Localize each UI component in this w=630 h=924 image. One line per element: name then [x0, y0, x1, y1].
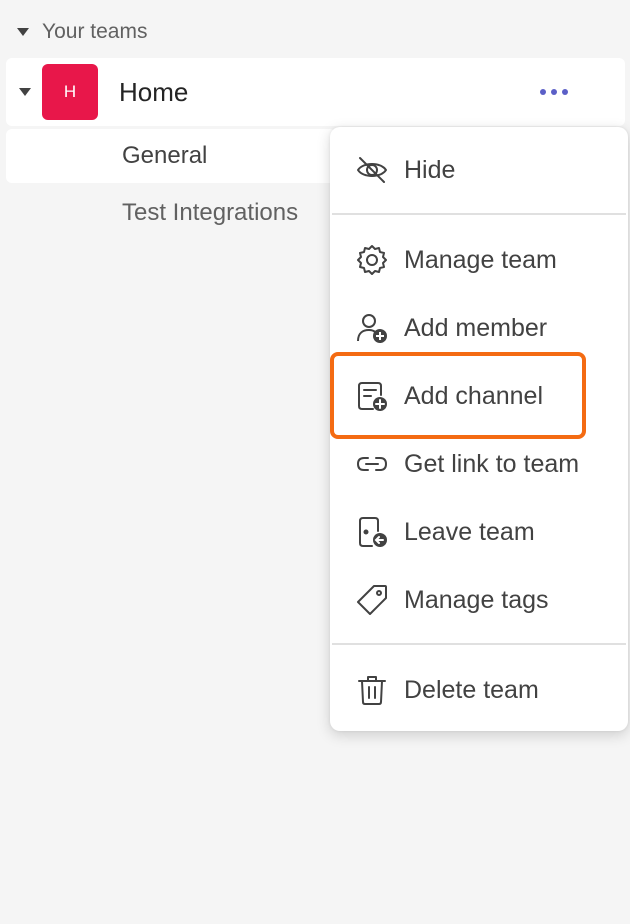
gear-icon — [354, 242, 390, 278]
section-title: Your teams — [42, 20, 148, 43]
menu-item-label: Leave team — [404, 517, 535, 546]
menu-item-get-link[interactable]: Get link to team — [330, 434, 628, 494]
channel-test-integrations[interactable]: Test Integrations — [6, 186, 336, 240]
menu-item-label: Manage tags — [404, 585, 549, 614]
channel-name: General — [122, 142, 208, 169]
team-name: Home — [119, 77, 189, 107]
menu-item-label: Hide — [404, 155, 456, 184]
menu-item-label: Manage team — [404, 245, 557, 274]
menu-item-label: Add channel — [404, 381, 544, 410]
menu-item-manage-tags[interactable]: Manage tags — [330, 570, 628, 630]
menu-item-hide[interactable]: Hide — [330, 140, 628, 200]
more-options-button[interactable] — [534, 80, 574, 104]
leave-icon — [354, 514, 390, 550]
menu-divider — [332, 643, 626, 645]
trash-icon — [354, 672, 390, 708]
menu-item-add-channel[interactable]: Add channel — [330, 366, 628, 426]
teams-sidebar: Your teams H Home General Test Integrati… — [0, 0, 630, 924]
add-person-icon — [354, 310, 390, 346]
team-row-home[interactable]: H Home — [6, 58, 625, 126]
hide-icon — [354, 152, 390, 188]
caret-down-icon[interactable] — [16, 83, 34, 101]
caret-down-icon — [14, 23, 32, 41]
your-teams-header[interactable]: Your teams — [14, 16, 147, 48]
menu-item-delete-team[interactable]: Delete team — [330, 660, 628, 720]
menu-divider — [332, 213, 626, 215]
team-context-menu: Hide Manage team Add member Add channel … — [330, 127, 628, 731]
link-icon — [354, 446, 390, 482]
menu-item-leave-team[interactable]: Leave team — [330, 502, 628, 562]
add-channel-icon — [354, 378, 390, 414]
channel-general[interactable]: General — [6, 129, 336, 183]
menu-item-add-member[interactable]: Add member — [330, 298, 628, 358]
tag-icon — [354, 582, 390, 618]
menu-item-label: Delete team — [404, 675, 539, 704]
menu-item-manage-team[interactable]: Manage team — [330, 230, 628, 290]
more-horizontal-icon — [540, 89, 568, 95]
channel-name: Test Integrations — [122, 199, 299, 226]
menu-item-label: Add member — [404, 313, 548, 342]
menu-item-label: Get link to team — [404, 449, 580, 478]
team-avatar: H — [42, 64, 98, 120]
